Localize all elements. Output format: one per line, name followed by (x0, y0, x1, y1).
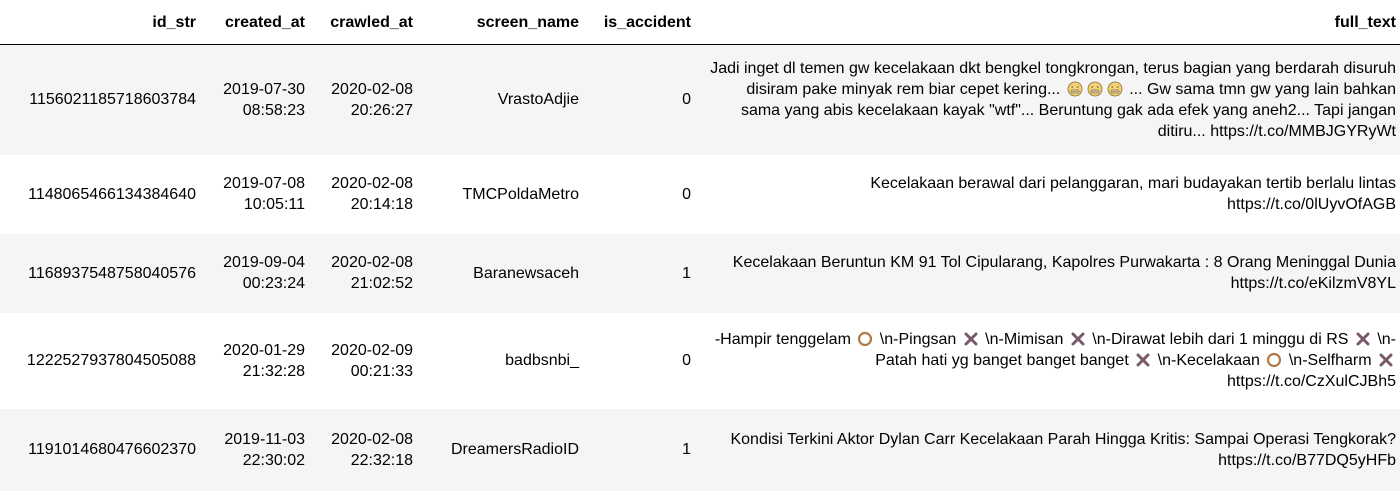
column-header-id-str: id_str (0, 0, 200, 45)
cell-screen-name: DreamersRadioID (450, 441, 579, 458)
cell-screen-name: TMCPoldaMetro (462, 185, 579, 203)
cell-crawled-at: 2020-02-08 21:02:52 (331, 254, 413, 292)
cross-mark-emoji-icon (964, 332, 978, 346)
cell-created-at: 2019-07-30 08:58:23 (223, 80, 305, 119)
cell-created-at: 2020-01-29 21:32:28 (223, 341, 305, 380)
header-row: id_str created_at crawled_at screen_name… (0, 0, 1400, 45)
column-header-created-at: created_at (200, 0, 309, 45)
cell-is-accident: 1 (682, 441, 691, 458)
cell-created-at: 2019-11-03 22:30:02 (224, 430, 305, 469)
full-text-segment: Kecelakaan Beruntun KM 91 Tol Cipularang… (732, 254, 1396, 292)
cell-full-text: Kondisi Terkini Aktor Dylan Carr Kecelak… (695, 409, 1400, 491)
grimace-emoji-icon (1107, 81, 1123, 97)
cell-id-str: 1191014680476602370 (28, 441, 196, 458)
column-header-full-text: full_text (695, 0, 1400, 45)
table-row: 1168937548758040576 2019-09-04 00:23:24 … (0, 233, 1400, 313)
cell-screen-name: badbsnbi_ (505, 352, 579, 369)
table-body: 1156021185718603784 2019-07-30 08:58:23 … (0, 44, 1400, 491)
cell-is-accident: 0 (682, 91, 691, 109)
cell-crawled-at: 2020-02-08 20:14:18 (331, 175, 413, 213)
table-row: 1222527937804505088 2020-01-29 21:32:28 … (0, 312, 1400, 409)
grimace-emoji-icon (1087, 81, 1103, 97)
table-header: id_str created_at crawled_at screen_name… (0, 0, 1400, 45)
cell-is-accident: 0 (682, 185, 691, 203)
cell-full-text: Kecelakaan Beruntun KM 91 Tol Cipularang… (695, 234, 1400, 313)
circle-emoji-icon (1267, 352, 1282, 368)
cell-full-text: Jadi inget dl temen gw kecelakaan dkt be… (695, 45, 1400, 155)
cell-screen-name: VrastoAdjie (497, 91, 579, 109)
column-header-screen-name: screen_name (417, 0, 583, 45)
cell-full-text: -Hampir tenggelam \n-Pingsan \n-Mimisan … (695, 313, 1400, 409)
full-text-segment: \n-Pingsan (875, 331, 961, 348)
cross-mark-emoji-icon (1136, 353, 1150, 367)
full-text-segment: Kondisi Terkini Aktor Dylan Carr Kecelak… (730, 430, 1396, 469)
cell-screen-name: Baranewsaceh (473, 264, 579, 282)
full-text-segment: \n-Mimisan (980, 331, 1068, 348)
table-row: 1148065466134384640 2019-07-08 10:05:11 … (0, 154, 1400, 234)
cross-mark-emoji-icon (1071, 332, 1085, 346)
cell-crawled-at: 2020-02-08 22:32:18 (331, 430, 413, 469)
full-text-segment: -Hampir tenggelam (714, 331, 856, 348)
column-header-crawled-at: crawled_at (309, 0, 417, 45)
grimace-emoji-icon (1067, 81, 1083, 97)
cross-mark-emoji-icon (1356, 332, 1370, 346)
cell-id-str: 1148065466134384640 (28, 185, 196, 203)
cell-is-accident: 0 (682, 352, 691, 369)
table-row: 1156021185718603784 2019-07-30 08:58:23 … (0, 44, 1400, 155)
full-text-segment: \n-Dirawat lebih dari 1 minggu di RS (1087, 331, 1353, 348)
cell-created-at: 2019-07-08 10:05:11 (223, 175, 305, 213)
cell-crawled-at: 2020-02-08 20:26:27 (331, 80, 413, 119)
dataframe-table: id_str created_at crawled_at screen_name… (0, 0, 1400, 491)
cross-mark-emoji-icon (1379, 353, 1393, 367)
cell-is-accident: 1 (682, 264, 691, 282)
full-text-segment: \n-Selfharm (1284, 352, 1376, 369)
cell-id-str: 1156021185718603784 (29, 91, 196, 109)
cell-id-str: 1168937548758040576 (28, 264, 196, 282)
full-text-segment: Kecelakaan berawal dari pelanggaran, mar… (870, 175, 1396, 213)
full-text-segment: \n-Kecelakaan (1153, 352, 1265, 369)
table-row: 1191014680476602370 2019-11-03 22:30:02 … (0, 408, 1400, 491)
cell-created-at: 2019-09-04 00:23:24 (223, 254, 305, 292)
cell-crawled-at: 2020-02-09 00:21:33 (331, 341, 413, 380)
circle-emoji-icon (858, 331, 873, 347)
cell-id-str: 1222527937804505088 (26, 352, 196, 369)
column-header-is-accident: is_accident (583, 0, 695, 45)
full-text-segment: https://t.co/CzXulCJBh5 (1227, 373, 1396, 390)
cell-full-text: Kecelakaan berawal dari pelanggaran, mar… (695, 155, 1400, 234)
